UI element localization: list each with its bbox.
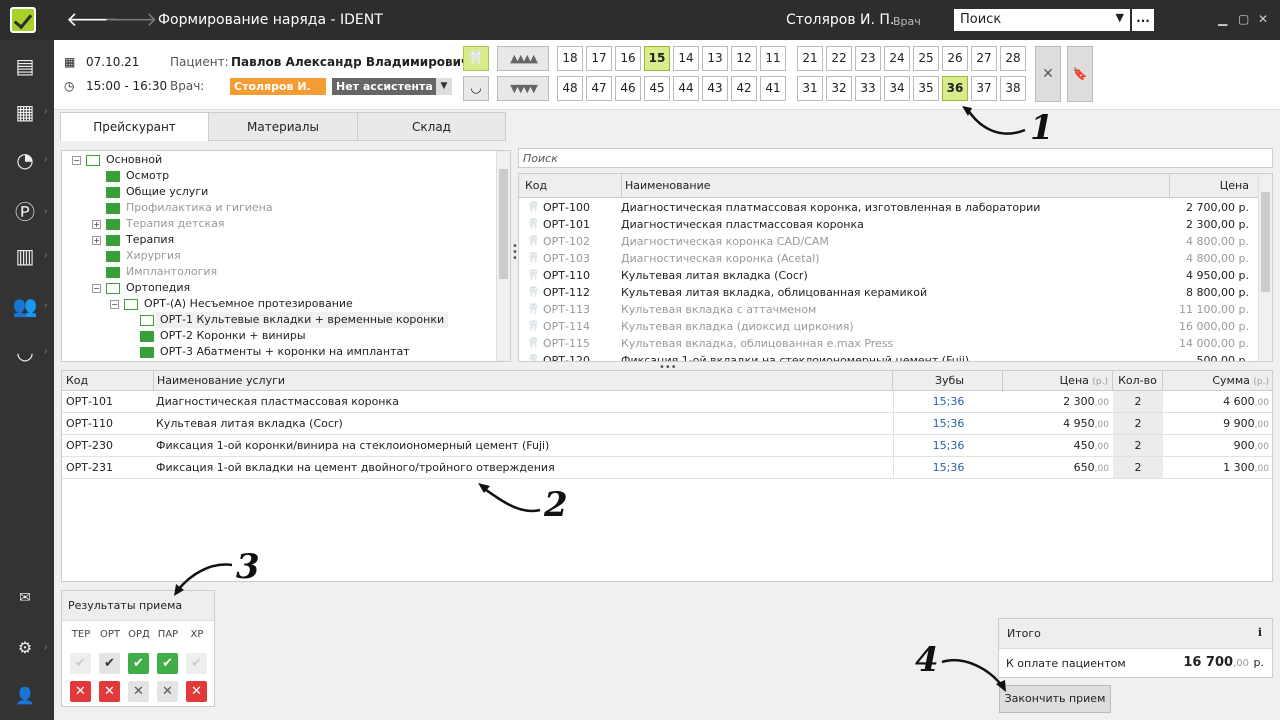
- annotation-label: 2: [544, 485, 568, 525]
- annotation-label: 1: [1030, 108, 1054, 148]
- annotation-label: 3: [236, 547, 260, 587]
- annotation-arrows: [174, 106, 1026, 692]
- annotation-label: 4: [915, 640, 939, 680]
